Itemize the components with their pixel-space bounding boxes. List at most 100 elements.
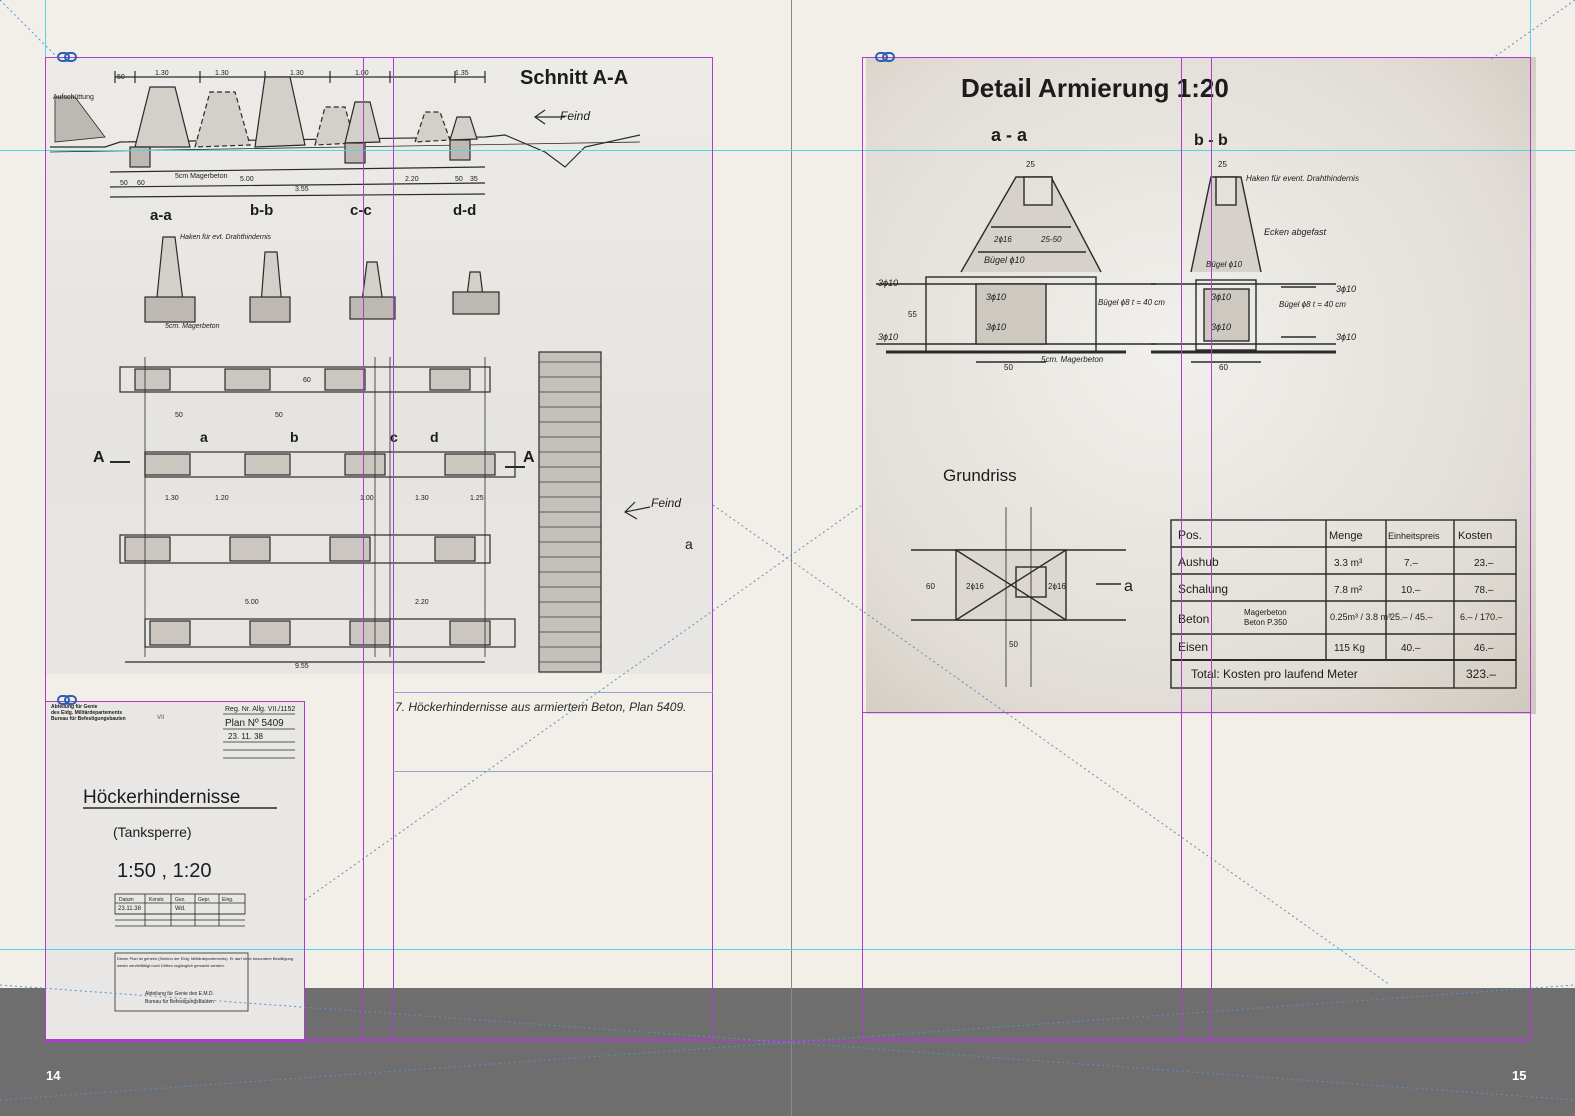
dim-25-b: 25 <box>1218 160 1227 169</box>
column-guide-right-1[interactable] <box>1181 57 1182 1040</box>
magerbeton-profile: 5cm Magerbeton <box>175 173 228 180</box>
title-card-image[interactable]: Abteilung für Genie des Eidg. Militärdep… <box>45 701 305 1042</box>
link-chain-icon[interactable] <box>875 51 895 63</box>
rebar-3x10-right-bottom: 3ϕ10 <box>1336 332 1356 342</box>
dim-bottom-2: 60 <box>137 180 145 187</box>
cost-row-beton-kosten: 6.– / 170.– <box>1460 612 1503 622</box>
cost-header-einheitspreis: Einheitspreis <box>1388 531 1440 541</box>
cost-row-beton-menge: 0.25m³ / 3.8 m³ <box>1330 612 1391 622</box>
cost-row-schalung-preis: 10.– <box>1401 585 1421 596</box>
cost-row-schalung-pos: Schalung <box>1178 582 1228 596</box>
card-th-2: Konstr. <box>149 897 165 903</box>
cost-row-aushub-menge: 3.3 m³ <box>1334 558 1363 569</box>
dim-bottom-7: 3.55 <box>295 186 309 193</box>
cost-row-eisen-pos: Eisen <box>1178 640 1208 654</box>
caption-frame-top <box>393 692 713 693</box>
dim-bottom-3: 5.00 <box>240 176 254 183</box>
horizontal-guide-bottom[interactable] <box>0 949 1575 950</box>
dim-top-6: 1.35 <box>455 70 469 77</box>
dim-top-4: 1.30 <box>290 70 304 77</box>
plan-dim-9: 2.20 <box>415 599 429 606</box>
rebar-3x10-inner-top: 3ϕ10 <box>986 292 1006 302</box>
card-title: Höckerhindernisse <box>83 787 240 808</box>
dim-25-a: 25 <box>1026 160 1035 169</box>
margin-guide-right[interactable] <box>1530 0 1531 988</box>
marker-a-small: a <box>685 536 693 552</box>
section-label-cc: c-c <box>350 202 372 219</box>
rebar-2x16-g2: 2ϕ16 <box>1048 582 1066 591</box>
haken-note-right: Haken für event. Drahthindernis <box>1246 174 1359 183</box>
link-chain-icon[interactable] <box>57 694 77 706</box>
card-roman: VII <box>157 715 165 721</box>
cost-beton-sub-2: Beton P.350 <box>1244 618 1288 627</box>
card-footer-1: Dieser Plan ist geheim (Sektion der Eidg… <box>117 956 293 961</box>
section-label-dd: d-d <box>453 202 476 219</box>
column-guide-left-2[interactable] <box>393 57 394 1040</box>
rebar-3x10-b-top: 3ϕ10 <box>1211 292 1231 302</box>
dim-top-2: 1.30 <box>155 70 169 77</box>
section-aa-title: a - a <box>991 125 1028 145</box>
magerbeton-note-left: 5cm. Magerbeton <box>165 323 220 330</box>
rebar-2x16-a: 2ϕ16 <box>993 235 1012 244</box>
right-drawing-image[interactable]: Detail Armierung 1:20 a - a b - b 25 25 … <box>866 57 1536 714</box>
cost-row-aushub-pos: Aushub <box>1178 555 1219 569</box>
card-td-1: 23.11.38 <box>118 906 142 912</box>
plan-dim-7: 1.25 <box>470 495 484 502</box>
card-th-1: Datum <box>119 897 134 903</box>
bleed-bottom-line <box>45 1040 1531 1041</box>
margin-guide-left[interactable] <box>45 0 46 988</box>
dim-60-g: 60 <box>926 582 935 591</box>
card-th-5: Eing. <box>222 897 233 903</box>
column-guide-right-2[interactable] <box>1211 57 1212 1040</box>
dim-50-a: 50 <box>1004 363 1013 372</box>
rebar-3x10-inner-bottom: 3ϕ10 <box>986 322 1006 332</box>
plan-dim-6: 1.30 <box>415 495 429 502</box>
cost-row-aushub-kosten: 23.– <box>1474 558 1494 569</box>
card-th-4: Gepr. <box>198 897 210 903</box>
plan-dim-3: 1.30 <box>165 495 179 502</box>
plan-dim-4: 1.20 <box>215 495 229 502</box>
plan-section-d: d <box>430 429 439 445</box>
card-td-3: Wd. <box>175 906 186 912</box>
cost-total-label: Total: Kosten pro laufend Meter <box>1191 667 1358 681</box>
rebar-2x16-g1: 2ϕ16 <box>966 582 984 591</box>
page-number-left: 14 <box>46 1068 61 1083</box>
marker-a-right-drawing: a <box>1124 578 1133 595</box>
cost-row-aushub-preis: 7.– <box>1404 558 1418 569</box>
dim-top-5: 1.00 <box>355 70 369 77</box>
buegel-8-a: Bügel ϕ8 t = 40 cm <box>1098 298 1165 307</box>
page-number-right: 15 <box>1512 1068 1527 1083</box>
rebar-3x10-left-top: 3ϕ10 <box>878 278 898 288</box>
dim-bottom-4: 2.20 <box>405 176 419 183</box>
aufschuettung-label: Aufschüttung <box>53 94 94 101</box>
link-chain-icon[interactable] <box>57 51 77 63</box>
cost-row-beton-pos: Beton <box>1178 612 1209 626</box>
buegel-10-a: Bügel ϕ10 <box>984 255 1025 265</box>
cost-row-eisen-kosten: 46.– <box>1474 643 1494 654</box>
figure-caption: 7. Höckerhindernisse aus armiertem Beton… <box>395 700 687 714</box>
cost-total-value: 323.– <box>1466 667 1496 681</box>
cost-header-menge: Menge <box>1329 530 1363 542</box>
caption-frame-bottom <box>393 771 713 772</box>
card-plan-date: 23. 11. 38 <box>228 732 264 741</box>
dim-55: 55 <box>908 310 917 319</box>
dim-50-g: 50 <box>1009 640 1018 649</box>
cost-header-kosten: Kosten <box>1458 530 1492 542</box>
card-th-3: Gez. <box>175 897 186 903</box>
section-label-aa: a-a <box>150 207 172 224</box>
cost-row-schalung-kosten: 78.– <box>1474 585 1494 596</box>
dim-bottom-5: 50 <box>455 176 463 183</box>
card-header-3: Bureau für Befestigungsbauten <box>51 716 126 722</box>
dim-top-1: 50 <box>117 74 125 81</box>
plan-dim-10: 9.55 <box>295 663 309 670</box>
magerbeton-note-right: 5cm. Magerbeton <box>1041 355 1104 364</box>
feind-label-top: Feind <box>560 109 590 123</box>
marker-a-left: A <box>93 449 105 466</box>
column-guide-left-1[interactable] <box>363 57 364 1040</box>
plan-dim-11: 60 <box>303 377 311 384</box>
plan-dim-2: 50 <box>275 412 283 419</box>
card-reg: Reg. Nr. Allg. VII./1152 <box>225 706 295 713</box>
ecken-note: Ecken abgefast <box>1264 227 1327 237</box>
cost-row-beton-preis: 25.– / 45.– <box>1390 612 1433 622</box>
horizontal-guide-top[interactable] <box>0 150 1575 151</box>
